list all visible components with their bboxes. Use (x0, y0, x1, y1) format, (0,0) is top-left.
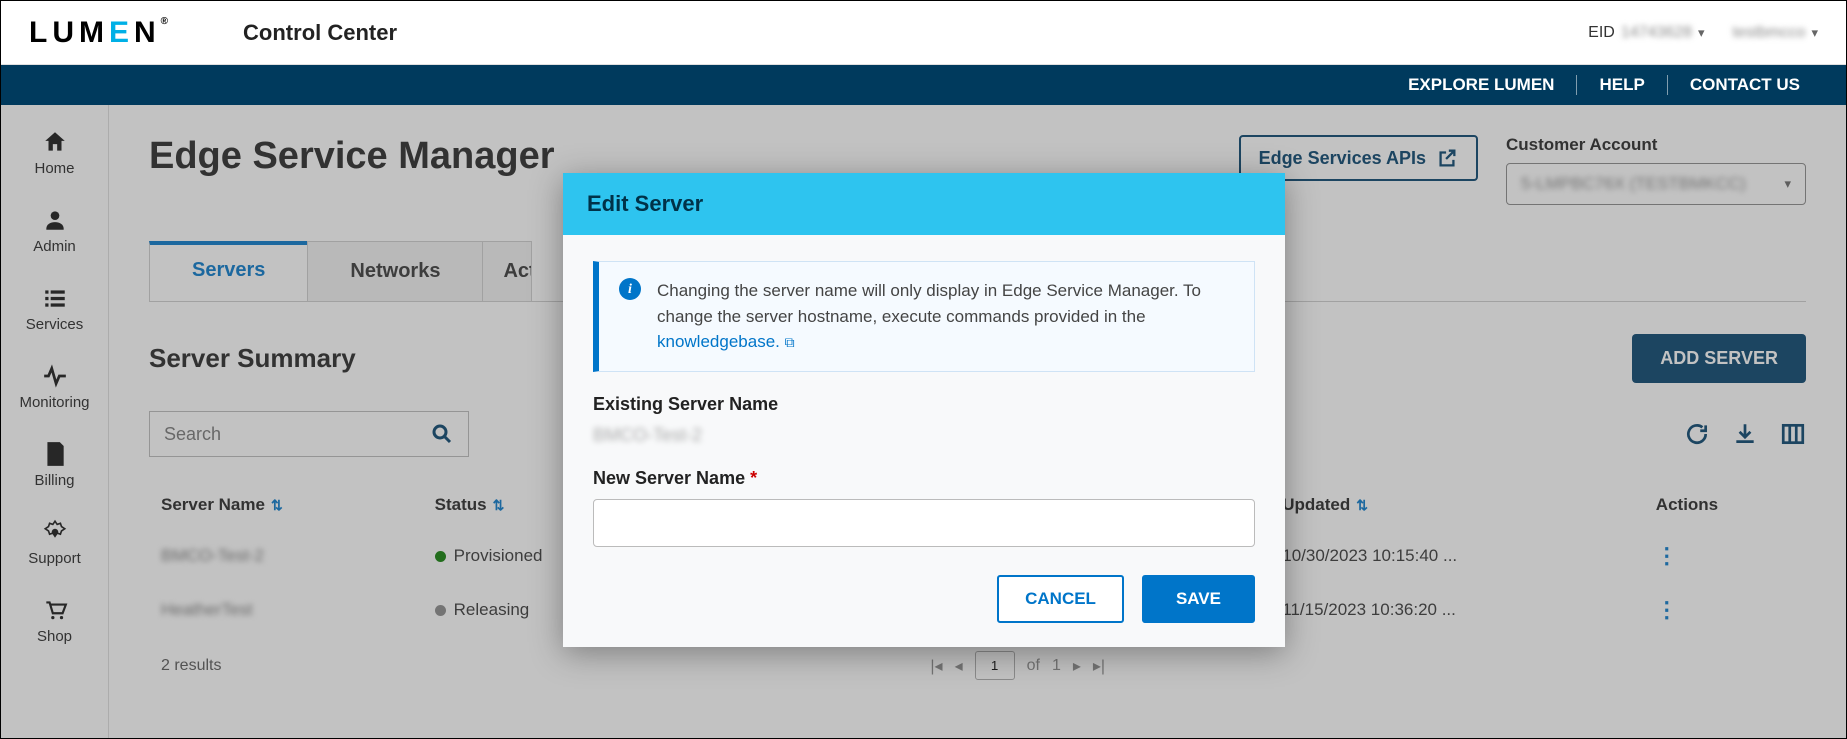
eid-value: 14743628 (1621, 24, 1692, 42)
existing-server-name-value: BMCO-Test-2 (593, 425, 1255, 446)
top-nav-bar: EXPLORE LUMEN HELP CONTACT US (1, 65, 1846, 105)
knowledgebase-link[interactable]: knowledgebase. ⧉ (657, 332, 795, 351)
app-title: Control Center (243, 20, 397, 46)
eid-label: EID (1588, 24, 1615, 42)
lumen-logo[interactable]: LUMEN® (29, 16, 173, 50)
nav-contact-us[interactable]: CONTACT US (1667, 75, 1822, 95)
nav-explore-lumen[interactable]: EXPLORE LUMEN (1386, 75, 1576, 95)
modal-title: Edit Server (563, 173, 1285, 235)
user-value: testbmcco (1733, 24, 1806, 42)
logo-text-post: N (134, 16, 161, 49)
new-server-name-label: New Server Name * (593, 468, 1255, 489)
external-link-icon: ⧉ (785, 334, 795, 350)
top-header: LUMEN® Control Center EID 14743628 ▾ tes… (1, 1, 1846, 65)
save-button[interactable]: SAVE (1142, 575, 1255, 623)
new-server-name-input[interactable] (593, 499, 1255, 547)
registered-icon: ® (161, 16, 173, 27)
eid-dropdown[interactable]: EID 14743628 ▾ (1588, 24, 1704, 42)
required-indicator: * (750, 468, 757, 488)
edit-server-modal: Edit Server i Changing the server name w… (563, 173, 1285, 647)
chevron-down-icon: ▾ (1811, 25, 1818, 41)
user-dropdown[interactable]: testbmcco ▾ (1733, 24, 1818, 42)
info-icon: i (619, 278, 641, 300)
nav-help[interactable]: HELP (1576, 75, 1666, 95)
existing-server-name-label: Existing Server Name (593, 394, 1255, 415)
info-text: Changing the server name will only displ… (657, 281, 1201, 326)
chevron-down-icon: ▾ (1698, 25, 1705, 41)
logo-text-pre: LUM (29, 16, 109, 49)
logo-text-mid: E (109, 16, 134, 49)
cancel-button[interactable]: CANCEL (997, 575, 1124, 623)
info-alert: i Changing the server name will only dis… (593, 261, 1255, 372)
